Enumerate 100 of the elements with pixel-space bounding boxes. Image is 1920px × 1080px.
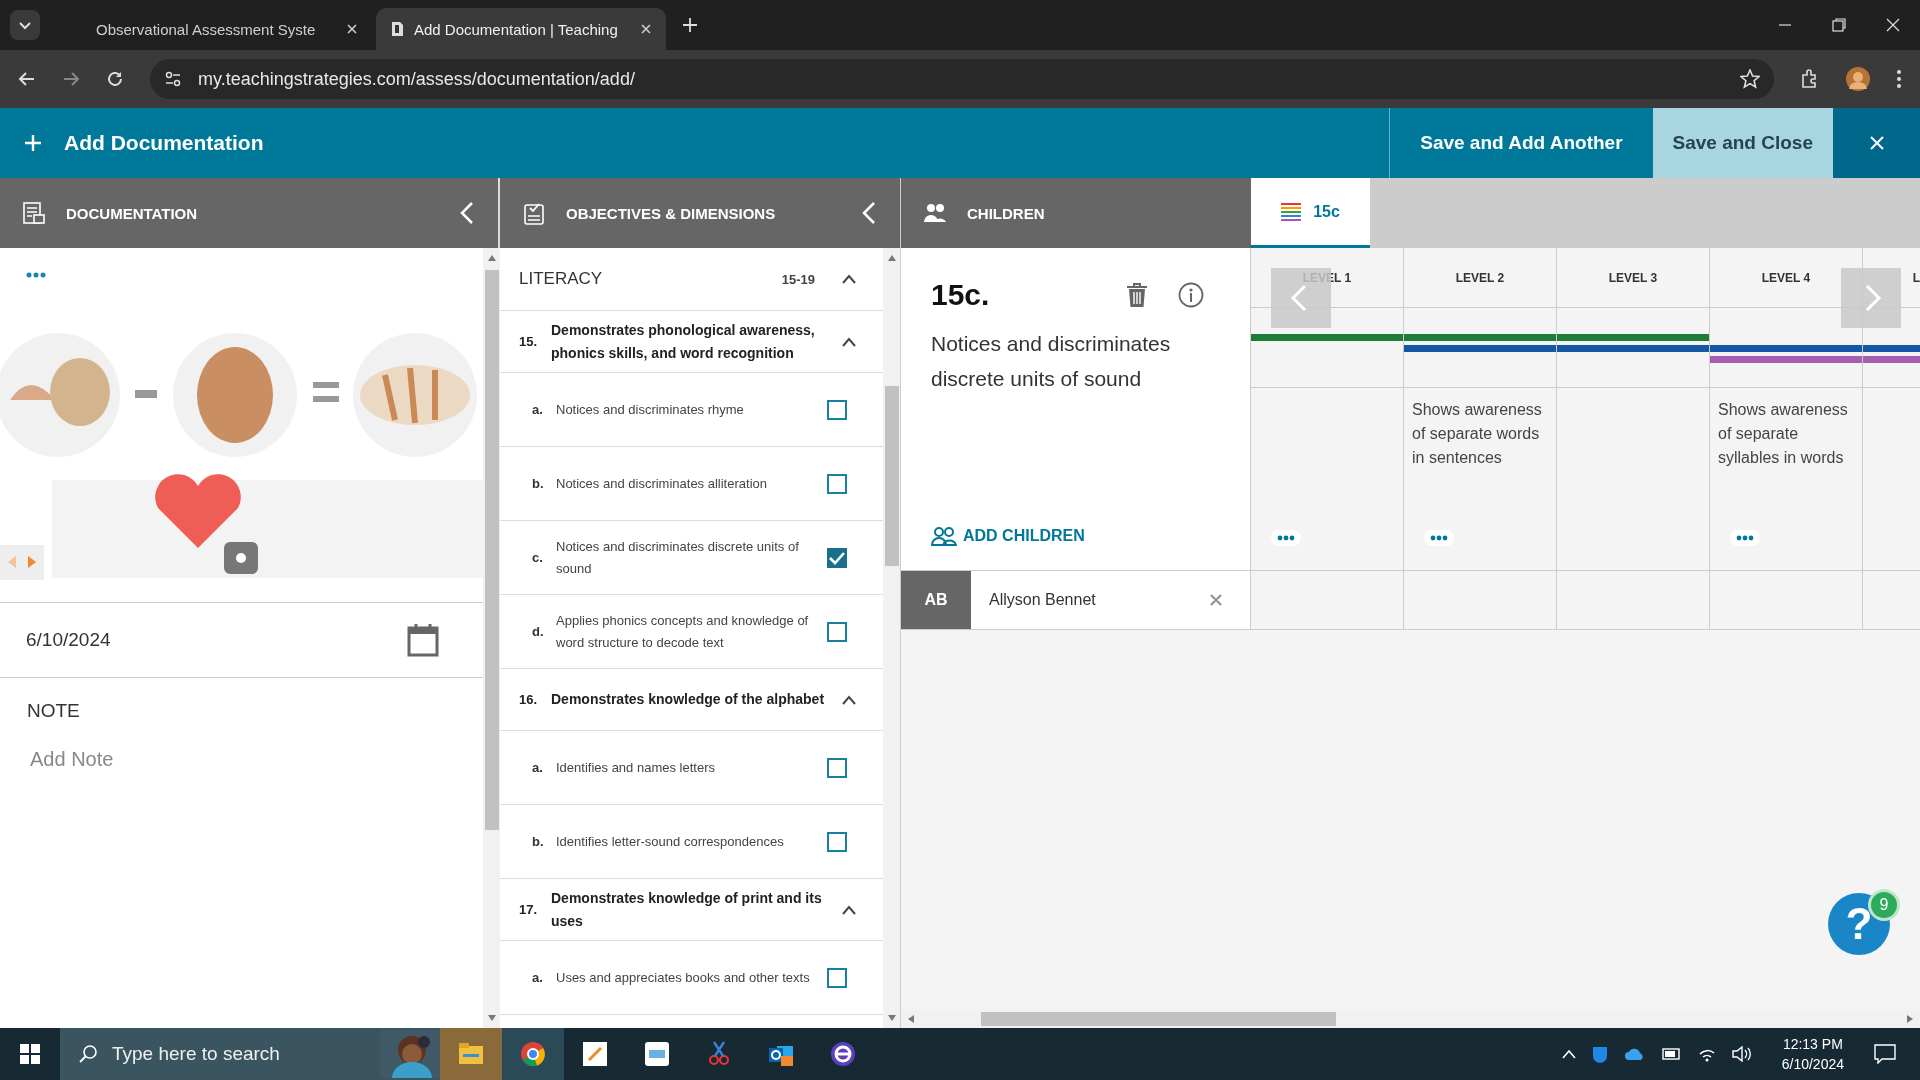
app-icon[interactable] [581, 1040, 609, 1068]
column-header: LEVEL 3 [1557, 248, 1710, 308]
checkbox[interactable] [827, 399, 847, 420]
back-icon[interactable] [18, 70, 36, 88]
people-icon [923, 201, 947, 225]
profile-avatar-icon[interactable] [1846, 67, 1870, 91]
trash-icon[interactable] [1126, 282, 1148, 308]
collapse-caret-icon[interactable] [841, 904, 857, 915]
site-settings-icon[interactable] [164, 70, 182, 88]
scroll-left-icon[interactable] [907, 1014, 915, 1024]
dimension-letter: a. [532, 760, 544, 775]
battery-icon[interactable] [1661, 1048, 1682, 1060]
close-icon[interactable] [640, 23, 652, 35]
note-label: NOTE [26, 699, 81, 722]
search-box[interactable]: Type here to search [60, 1028, 440, 1080]
dimension-description: Notices and discriminates discrete units of sound [931, 331, 1172, 392]
collapse-caret-icon[interactable] [841, 694, 857, 705]
scroll-up-icon[interactable] [486, 254, 497, 262]
browser-tab[interactable]: Observational Assessment Syste [82, 8, 372, 50]
tab-title: Observational Assessment Syste [96, 20, 317, 38]
notifications-icon[interactable] [1874, 1044, 1896, 1064]
scroll-thumb[interactable] [981, 1012, 1336, 1026]
dimension-letter: c. [532, 550, 544, 565]
forward-icon [62, 70, 80, 88]
tray-caret-icon[interactable] [1561, 1049, 1576, 1059]
scroll-down-icon[interactable] [486, 1014, 497, 1022]
scroll-thumb[interactable] [884, 386, 899, 566]
more-button-icon[interactable] [1271, 530, 1301, 546]
info-icon[interactable] [1178, 282, 1204, 308]
add-children-link[interactable]: ADD CHILDREN [931, 526, 1085, 546]
objective-number: 17. [519, 902, 539, 917]
chrome-icon[interactable] [519, 1040, 547, 1068]
search-field[interactable]: Type here to search [110, 1042, 368, 1066]
more-button-icon[interactable] [1424, 530, 1454, 546]
plus-icon[interactable] [24, 134, 42, 152]
close-icon [1868, 135, 1885, 151]
scroll-right-icon[interactable] [1906, 1014, 1914, 1024]
calendar-icon[interactable] [407, 623, 439, 657]
add-people-icon [931, 526, 957, 546]
scroll-thumb[interactable] [484, 270, 499, 830]
checkbox[interactable] [827, 757, 847, 778]
scrollbar[interactable] [883, 248, 900, 1028]
level-description: Shows awareness of separate words in sentences [1412, 400, 1543, 468]
reload-icon[interactable] [106, 70, 124, 88]
dimension-tab[interactable]: 15c [1251, 178, 1370, 248]
page-icon [390, 21, 404, 37]
scroll-up-icon[interactable] [886, 254, 897, 262]
checkbox[interactable] [827, 547, 847, 568]
new-tab-icon[interactable] [682, 17, 698, 33]
cloud-icon[interactable] [1623, 1047, 1646, 1061]
page-title: Add Documentation [64, 131, 264, 155]
document-icon [22, 201, 46, 225]
shield-icon[interactable] [1591, 1045, 1608, 1063]
level-description: Shows awareness of separate syllables in words [1718, 400, 1849, 468]
search-icon [78, 1044, 98, 1064]
child-name: Allyson Bennet [989, 591, 1096, 609]
dimension-label: Identifies and names letters [556, 758, 716, 777]
windows-start-icon[interactable] [20, 1044, 40, 1064]
objective-title: Demonstrates knowledge of the alphabet [551, 690, 826, 709]
browser-tab[interactable]: Add Documentation | Teaching [376, 8, 666, 50]
collapse-icon[interactable] [862, 201, 876, 225]
dimension-letter: b. [532, 476, 544, 491]
dimension-label: Identifies letter-sound correspondences [556, 832, 785, 851]
panel-title: OBJECTIVES & DIMENSIONS [566, 204, 776, 222]
address-field[interactable]: my.teachingstrategies.com/assess/documentation/add/ [150, 59, 1774, 99]
close-icon[interactable] [1886, 18, 1900, 32]
domain-title: LITERACY [519, 269, 604, 289]
browser-e-icon[interactable] [829, 1040, 857, 1068]
checkbox[interactable] [827, 967, 847, 988]
speaker-icon[interactable] [1731, 1046, 1752, 1062]
menu-icon[interactable] [1896, 69, 1902, 89]
objective-title: Demonstrates phonological awareness, phonics skills, and word recognition [551, 320, 816, 363]
save-and-close-button[interactable]: Save and Close [1652, 108, 1833, 178]
collapse-icon[interactable] [460, 201, 474, 225]
more-button-icon[interactable] [1730, 530, 1760, 546]
checkbox[interactable] [827, 621, 847, 642]
collapse-caret-icon[interactable] [841, 336, 857, 347]
checkbox[interactable] [827, 831, 847, 852]
dimension-label: Uses and appreciates books and other texts [556, 968, 811, 987]
clipboard-check-icon [522, 201, 546, 225]
scroll-down-icon[interactable] [886, 1014, 897, 1022]
dimension-letter: d. [532, 624, 544, 639]
panel-app-icon[interactable] [643, 1040, 671, 1068]
clock[interactable]: 12:13 PM 6/10/2024 [1781, 1034, 1844, 1074]
scrollbar[interactable] [483, 248, 500, 1028]
tab-title: Add Documentation | Teaching [414, 20, 619, 38]
restore-icon[interactable] [1832, 18, 1846, 32]
objective-number: 16. [519, 692, 539, 707]
date-field[interactable]: 6/10/2024 [0, 602, 483, 678]
column-header: LEVEL 2 [1404, 248, 1557, 308]
tab-list-icon[interactable] [10, 10, 40, 40]
close-icon[interactable] [346, 23, 358, 35]
bookmark-star-icon[interactable] [1740, 69, 1760, 89]
more-icon[interactable] [26, 272, 46, 278]
child-initials: AB [901, 571, 971, 629]
collapse-caret-icon[interactable] [841, 274, 857, 284]
remove-icon[interactable] [1210, 594, 1222, 606]
dimension-label: Notices and discriminates rhyme [556, 400, 745, 419]
checkbox[interactable] [827, 473, 847, 494]
dimension-letter: a. [532, 970, 544, 985]
